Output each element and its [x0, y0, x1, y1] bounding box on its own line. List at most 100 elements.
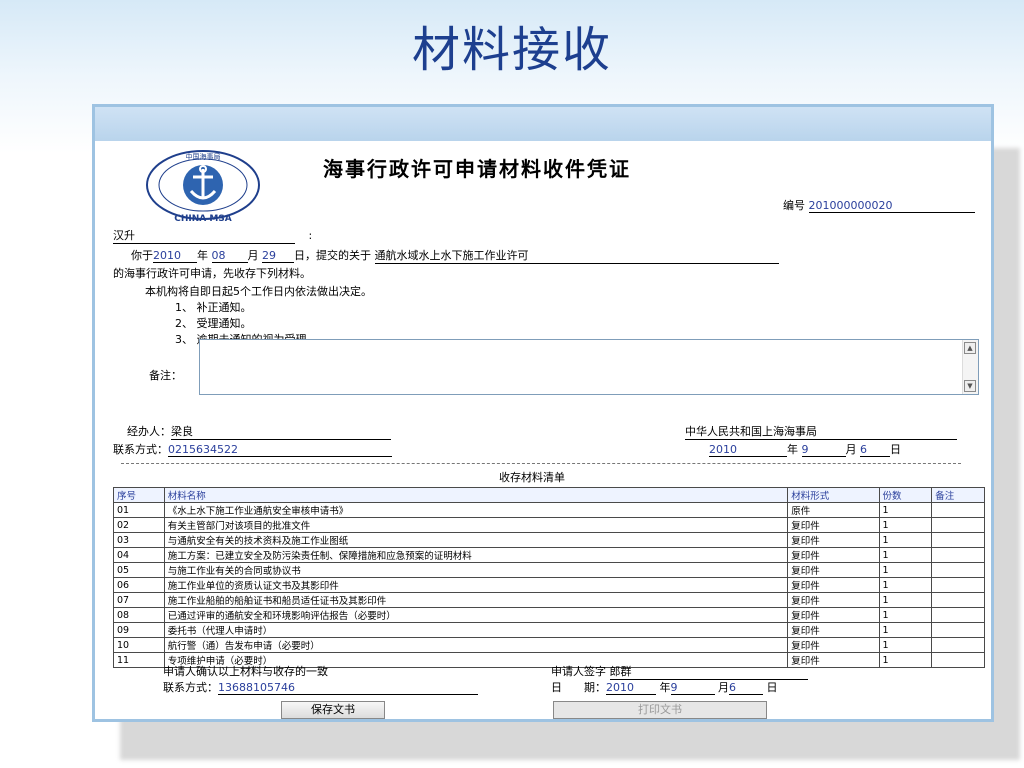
list-title: 收存材料清单	[499, 471, 565, 484]
contact-value: 0215634522	[168, 443, 392, 457]
materials-table: 序号 材料名称 材料形式 份数 备注 01 《水上水下施工作业通航安全审核申请书》…	[113, 487, 985, 668]
submit-day: 29	[262, 249, 294, 263]
cell-remark	[931, 562, 985, 578]
handler-value: 梁良	[171, 423, 391, 440]
cell-index: 03	[113, 532, 165, 548]
footer-day: 6	[729, 681, 763, 695]
footer-contact-label: 联系方式：	[163, 681, 218, 694]
save-document-button[interactable]: 保存文书	[281, 701, 385, 719]
cell-copies: 1	[878, 547, 933, 563]
cell-index: 10	[113, 637, 165, 653]
serial-number: 编号 201000000020	[783, 197, 975, 213]
scroll-down-icon[interactable]: ▼	[964, 380, 976, 392]
issue-date: 2010 年 9月 6日	[709, 441, 901, 457]
table-row: 06 施工作业单位的资质认证文书及其影印件 复印件 1	[113, 577, 985, 593]
footer-date-label: 日 期：	[551, 681, 606, 694]
issue-year: 2010	[709, 443, 787, 457]
line1-prefix: 你于	[131, 249, 153, 262]
cell-material-form: 复印件	[787, 607, 880, 623]
table-row: 10 航行警（通）告发布申请（必要时） 复印件 1	[113, 637, 985, 653]
cell-remark	[931, 622, 985, 638]
cell-index: 08	[113, 607, 165, 623]
issue-day: 6	[860, 443, 890, 457]
cell-copies: 1	[878, 577, 933, 593]
cell-copies: 1	[878, 592, 933, 608]
print-document-button[interactable]: 打印文书	[553, 701, 767, 719]
cell-material-form: 原件	[787, 502, 880, 518]
line3: 本机构将自即日起5个工作日内依法做出决定。	[145, 285, 372, 298]
year-label: 年	[197, 249, 208, 262]
line2: 的海事行政许可申请，先收存下列材料。	[113, 267, 311, 280]
cell-remark	[931, 502, 985, 518]
confirm-text: 申请人确认以上材料与收存的一致	[163, 665, 328, 678]
cell-copies: 1	[878, 637, 933, 653]
cell-index: 01	[113, 502, 165, 518]
cell-copies: 1	[878, 622, 933, 638]
cell-index: 06	[113, 577, 165, 593]
table-row: 01 《水上水下施工作业通航安全审核申请书》 原件 1	[113, 502, 985, 518]
document-window: CHINA MSA 中国海事局 海事行政许可申请材料收件凭证 编号 201000…	[92, 104, 994, 722]
document-title: 海事行政许可申请材料收件凭证	[323, 157, 631, 181]
handler-label: 经办人：	[127, 425, 171, 438]
col-header-remark: 备注	[931, 487, 985, 503]
cell-remark	[931, 532, 985, 548]
cell-index: 11	[113, 652, 165, 668]
cell-material-name: 与通航安全有关的技术资料及施工作业图纸	[163, 532, 789, 548]
cell-material-form: 复印件	[787, 562, 880, 578]
option-2: 2、 受理通知。	[175, 317, 252, 330]
receipt-document: CHINA MSA 中国海事局 海事行政许可申请材料收件凭证 编号 201000…	[95, 141, 991, 719]
contact-label: 联系方式：	[113, 443, 168, 456]
remark-scrollbar[interactable]: ▲ ▼	[962, 340, 978, 394]
submit-month: 08	[211, 249, 248, 263]
cell-remark	[931, 577, 985, 593]
cell-material-form: 复印件	[787, 547, 880, 563]
remark-textarea[interactable]: ▲ ▼	[199, 339, 979, 395]
cell-remark	[931, 517, 985, 533]
cell-material-form: 复印件	[787, 532, 880, 548]
cell-remark	[931, 637, 985, 653]
china-msa-logo: CHINA MSA 中国海事局	[146, 150, 260, 224]
month-label: 月	[247, 249, 259, 262]
slide-title: 材料接收	[411, 22, 612, 78]
cell-material-form: 复印件	[787, 577, 880, 593]
cell-index: 05	[113, 562, 165, 578]
cell-copies: 1	[878, 562, 933, 578]
cell-remark	[931, 592, 985, 608]
window-header-bar	[95, 107, 991, 141]
cell-material-name: 施工方案：已建立安全及防污染责任制、保障措施和应急预案的证明材料	[163, 547, 789, 563]
cell-material-name: 与施工作业有关的合同或协议书	[163, 562, 789, 578]
table-row: 08 已通过评审的通航安全和环境影响评估报告（必要时） 复印件 1	[113, 607, 985, 623]
applicant-name: 汉升	[113, 227, 295, 244]
cell-material-name: 《水上水下施工作业通航安全审核申请书》	[163, 502, 789, 518]
logo-text-bottom: CHINA MSA	[174, 214, 232, 224]
cell-material-name: 施工作业船舶的船舶证书和船员适任证书及其影印件	[163, 592, 789, 608]
cell-material-form: 复印件	[787, 592, 880, 608]
table-row: 05 与施工作业有关的合同或协议书 复印件 1	[113, 562, 985, 578]
option-1: 1、 补正通知。	[175, 301, 252, 314]
cell-material-form: 复印件	[787, 622, 880, 638]
cell-remark	[931, 607, 985, 623]
table-row: 03 与通航安全有关的技术资料及施工作业图纸 复印件 1	[113, 532, 985, 548]
cell-material-name: 航行警（通）告发布申请（必要时）	[163, 637, 789, 653]
issue-month-label: 月	[845, 443, 857, 456]
footer-year: 2010	[606, 681, 656, 695]
cell-material-form: 复印件	[787, 517, 880, 533]
table-header-row: 序号 材料名称 材料形式 份数 备注	[113, 487, 985, 503]
sign-label: 申请人签字	[551, 665, 606, 678]
cell-index: 07	[113, 592, 165, 608]
cell-index: 02	[113, 517, 165, 533]
logo-text-top: 中国海事局	[186, 152, 221, 161]
agency-text: 中华人民共和国上海海事局	[685, 423, 957, 440]
cell-copies: 1	[878, 532, 933, 548]
table-row: 09 委托书（代理人申请时） 复印件 1	[113, 622, 985, 638]
footer-day-label: 日	[766, 681, 778, 694]
cell-remark	[931, 652, 985, 668]
footer-month-label: 月	[718, 681, 729, 694]
sign-value: 郎群	[609, 663, 808, 680]
applicant-colon: :	[308, 229, 313, 242]
scroll-up-icon[interactable]: ▲	[964, 342, 976, 354]
issue-day-label: 日	[890, 443, 901, 456]
agency-name: 中华人民共和国上海海事局	[685, 423, 957, 440]
table-row: 02 有关主管部门对该项目的批准文件 复印件 1	[113, 517, 985, 533]
col-header-name: 材料名称	[163, 487, 789, 503]
